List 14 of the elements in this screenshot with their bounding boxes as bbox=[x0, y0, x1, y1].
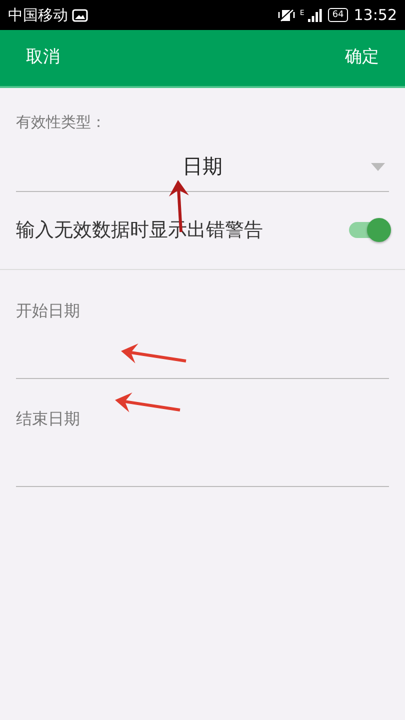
date-label: 开始日期 bbox=[16, 300, 80, 322]
dropdown-caret-icon bbox=[371, 162, 385, 170]
picture-notification-icon bbox=[72, 8, 88, 22]
validity-type-label: 有效性类型： bbox=[16, 112, 106, 133]
cancel-button[interactable]: 取消 bbox=[12, 39, 74, 77]
battery-level: 64 bbox=[328, 8, 348, 22]
annotation-arrow bbox=[115, 392, 180, 412]
signal-icon bbox=[308, 8, 322, 22]
carrier-name: 中国移动 bbox=[8, 4, 68, 26]
clock-time: 13:52 bbox=[354, 4, 397, 26]
date-label: 结束日期 bbox=[16, 408, 80, 430]
annotation-arrow bbox=[121, 344, 186, 364]
confirm-button[interactable]: 确定 bbox=[331, 39, 393, 77]
vibrate-off-icon bbox=[278, 8, 296, 22]
